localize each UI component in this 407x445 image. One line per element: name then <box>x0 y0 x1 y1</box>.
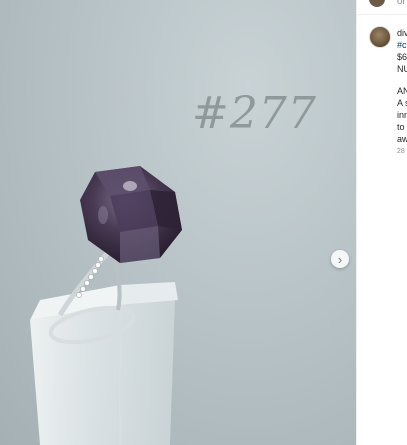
previous-text: or <box>397 0 406 7</box>
caption-line: A s <box>397 98 407 108</box>
previous-post-strip: or <box>357 0 407 15</box>
caption-line: $6 <box>397 52 407 62</box>
caption-line: inn <box>397 110 407 120</box>
caption-line: aw <box>397 134 407 144</box>
caption-hashtag-link[interactable]: #c <box>397 40 407 50</box>
post-timestamp: 28 <box>397 148 405 155</box>
previous-avatar[interactable] <box>369 0 385 7</box>
caption-line: to <box>397 122 405 132</box>
author-username[interactable]: div <box>397 28 407 38</box>
post-photo[interactable]: #277 › <box>0 0 356 445</box>
comments-panel: or div #c $6 NU AN A s inn to aw 28 <box>356 0 407 445</box>
caption-line: AN <box>397 86 407 96</box>
ring-illustration <box>30 166 182 445</box>
next-image-button[interactable]: › <box>331 250 349 268</box>
gemstone <box>80 166 182 263</box>
author-avatar[interactable] <box>369 26 391 48</box>
caption-line: NU <box>397 64 407 74</box>
